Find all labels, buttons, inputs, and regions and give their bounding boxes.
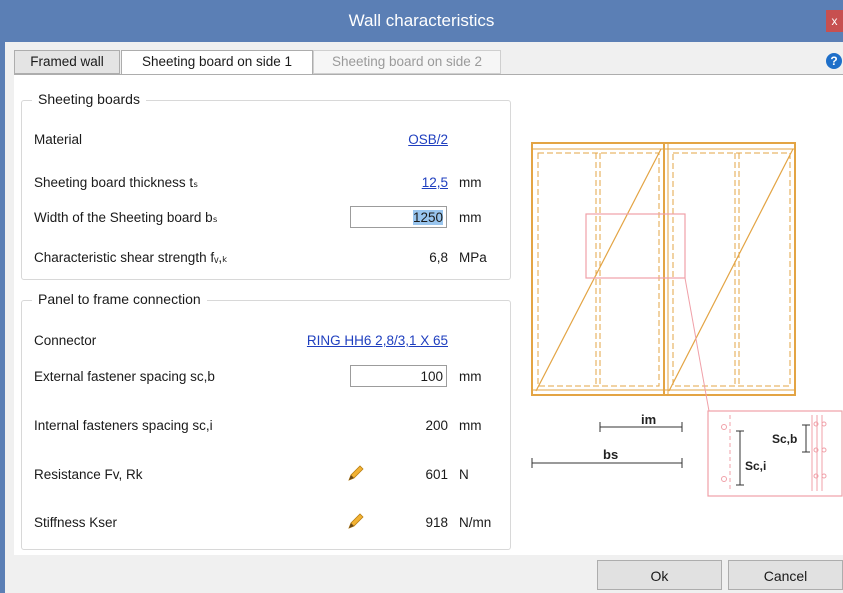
tab-content: Sheeting boards Material OSB/2 Sheeting … — [14, 74, 843, 556]
dimension-label-im: im — [641, 412, 656, 427]
detail-callout — [585, 213, 843, 497]
resistance-row: Resistance Fv, Rk 601 N — [22, 463, 510, 487]
dialog-footer: Ok Cancel — [5, 555, 843, 593]
material-row: Material OSB/2 — [22, 128, 510, 152]
external-spacing-label: External fastener spacing sc,b — [34, 369, 215, 384]
resistance-label: Resistance Fv, Rk — [34, 467, 143, 482]
dimension-lines — [531, 422, 810, 486]
internal-spacing-row: Internal fasteners spacing sc,i 200 mm — [22, 414, 510, 438]
stiffness-row: Stiffness Kser 918 N/mn — [22, 511, 510, 535]
shear-strength-label: Characteristic shear strength fᵥ,ₖ — [34, 250, 228, 265]
tab-framed-wall[interactable]: Framed wall — [14, 50, 120, 74]
connector-link[interactable]: RING HH6 2,8/3,1 X 65 — [307, 333, 448, 348]
window-border — [0, 42, 5, 593]
shear-strength-row: Characteristic shear strength fᵥ,ₖ 6,8 M… — [22, 246, 510, 270]
dimension-label-scb: Sc,b — [772, 432, 797, 446]
sheeting-boards-group: Sheeting boards Material OSB/2 Sheeting … — [21, 91, 511, 280]
connector-row: Connector RING HH6 2,8/3,1 X 65 — [22, 329, 510, 353]
window-title: Wall characteristics — [348, 11, 495, 30]
thickness-link[interactable]: 12,5 — [422, 175, 448, 190]
help-icon[interactable]: ? — [826, 53, 842, 69]
group-title: Sheeting boards — [32, 91, 146, 107]
width-input-value: 1250 — [412, 210, 443, 225]
thickness-row: Sheeting board thickness tₛ 12,5 mm — [22, 171, 510, 195]
stiffness-unit: N/mn — [459, 515, 492, 530]
tab-sheeting-side-1[interactable]: Sheeting board on side 1 — [121, 50, 313, 75]
internal-spacing-value: 200 — [425, 418, 448, 433]
pencil-icon[interactable] — [346, 511, 366, 531]
tab-sheeting-side-2[interactable]: Sheeting board on side 2 — [313, 50, 501, 74]
title-bar: Wall characteristics x — [0, 0, 843, 42]
dimension-label-sci: Sc,i — [745, 459, 766, 473]
dimension-label-bs: bs — [603, 447, 618, 462]
shear-strength-unit: MPa — [459, 250, 487, 265]
internal-spacing-label: Internal fasteners spacing sc,i — [34, 418, 213, 433]
stiffness-label: Stiffness Kser — [34, 515, 118, 530]
wall-frame — [531, 142, 796, 396]
cancel-button[interactable]: Cancel — [728, 560, 843, 590]
stiffness-value: 918 — [425, 515, 448, 530]
external-spacing-unit: mm — [459, 369, 482, 384]
width-row: Width of the Sheeting board bₛ 1250 mm — [22, 206, 510, 230]
thickness-label: Sheeting board thickness tₛ — [34, 175, 199, 190]
material-link[interactable]: OSB/2 — [408, 132, 448, 147]
thickness-unit: mm — [459, 175, 482, 190]
pencil-icon[interactable] — [346, 463, 366, 483]
width-label: Width of the Sheeting board bₛ — [34, 210, 218, 225]
material-label: Material — [34, 132, 83, 147]
close-button[interactable]: x — [826, 10, 843, 32]
ok-button[interactable]: Ok — [597, 560, 722, 590]
external-spacing-input[interactable]: 100 — [350, 365, 447, 387]
connection-group: Panel to frame connection Connector RING… — [21, 291, 511, 550]
width-input[interactable]: 1250 — [350, 206, 447, 228]
connector-label: Connector — [34, 333, 97, 348]
resistance-value: 601 — [425, 467, 448, 482]
wall-diagram: im bs Sc,b Sc,i — [531, 142, 843, 497]
shear-strength-value: 6,8 — [429, 250, 448, 265]
internal-spacing-unit: mm — [459, 418, 482, 433]
group-title: Panel to frame connection — [32, 291, 207, 307]
external-spacing-row: External fastener spacing sc,b 100 mm — [22, 365, 510, 389]
resistance-unit: N — [459, 467, 469, 482]
width-unit: mm — [459, 210, 482, 225]
